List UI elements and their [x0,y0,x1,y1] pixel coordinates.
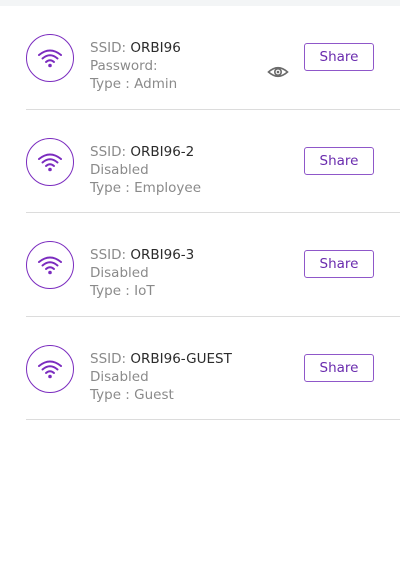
wifi-icon [26,137,74,186]
network-row-orbi96-2: SSID: ORBI96-2 Disabled Type : Employee … [0,110,400,213]
network-info: SSID: ORBI96-GUEST Disabled Type : Guest [90,350,232,404]
ssid-value: ORBI96-2 [130,143,195,160]
network-type: Type : Admin [90,76,178,92]
eye-icon[interactable] [267,63,289,81]
share-button[interactable]: Share [304,353,374,382]
share-button[interactable]: Share [304,250,374,278]
network-row-orbi96-guest: SSID: ORBI96-GUEST Disabled Type : Guest… [0,317,400,420]
ssid-label: SSID: [90,247,127,263]
network-status: Disabled [90,265,149,281]
wifi-icon [26,241,74,289]
ssid-value: ORBI96-3 [130,247,195,263]
wifi-icon [26,344,74,393]
ssid-label: SSID: [90,40,127,56]
network-row-orbi96-3: SSID: ORBI96-3 Disabled Type : IoT Share [0,213,400,317]
network-info: SSID: ORBI96-3 Disabled Type : IoT [90,246,194,300]
share-button[interactable]: Share [304,43,374,71]
ssid-label: SSID: [90,143,127,160]
network-type: Type : IoT [90,283,155,299]
ssid-line: SSID: ORBI96-3 [90,246,194,264]
network-row-orbi96: SSID: ORBI96 Password: Type : Admin Shar… [0,6,400,110]
divider [26,419,400,420]
ssid-line: SSID: ORBI96-GUEST [90,350,232,368]
ssid-value: ORBI96-GUEST [130,350,232,367]
network-status: Disabled [90,161,149,178]
ssid-line: SSID: ORBI96 [90,39,181,57]
password-label: Password: [90,58,158,74]
network-type: Type : Guest [90,386,174,403]
network-info: SSID: ORBI96 Password: Type : Admin [90,39,181,93]
network-list: SSID: ORBI96 Password: Type : Admin Shar… [0,6,400,420]
ssid-value: ORBI96 [130,40,181,56]
network-type: Type : Employee [90,179,201,196]
network-status: Disabled [90,368,149,385]
network-info: SSID: ORBI96-2 Disabled Type : Employee [90,143,201,197]
ssid-line: SSID: ORBI96-2 [90,143,201,161]
ssid-label: SSID: [90,350,127,367]
wifi-icon [26,34,74,82]
share-button[interactable]: Share [304,146,374,175]
